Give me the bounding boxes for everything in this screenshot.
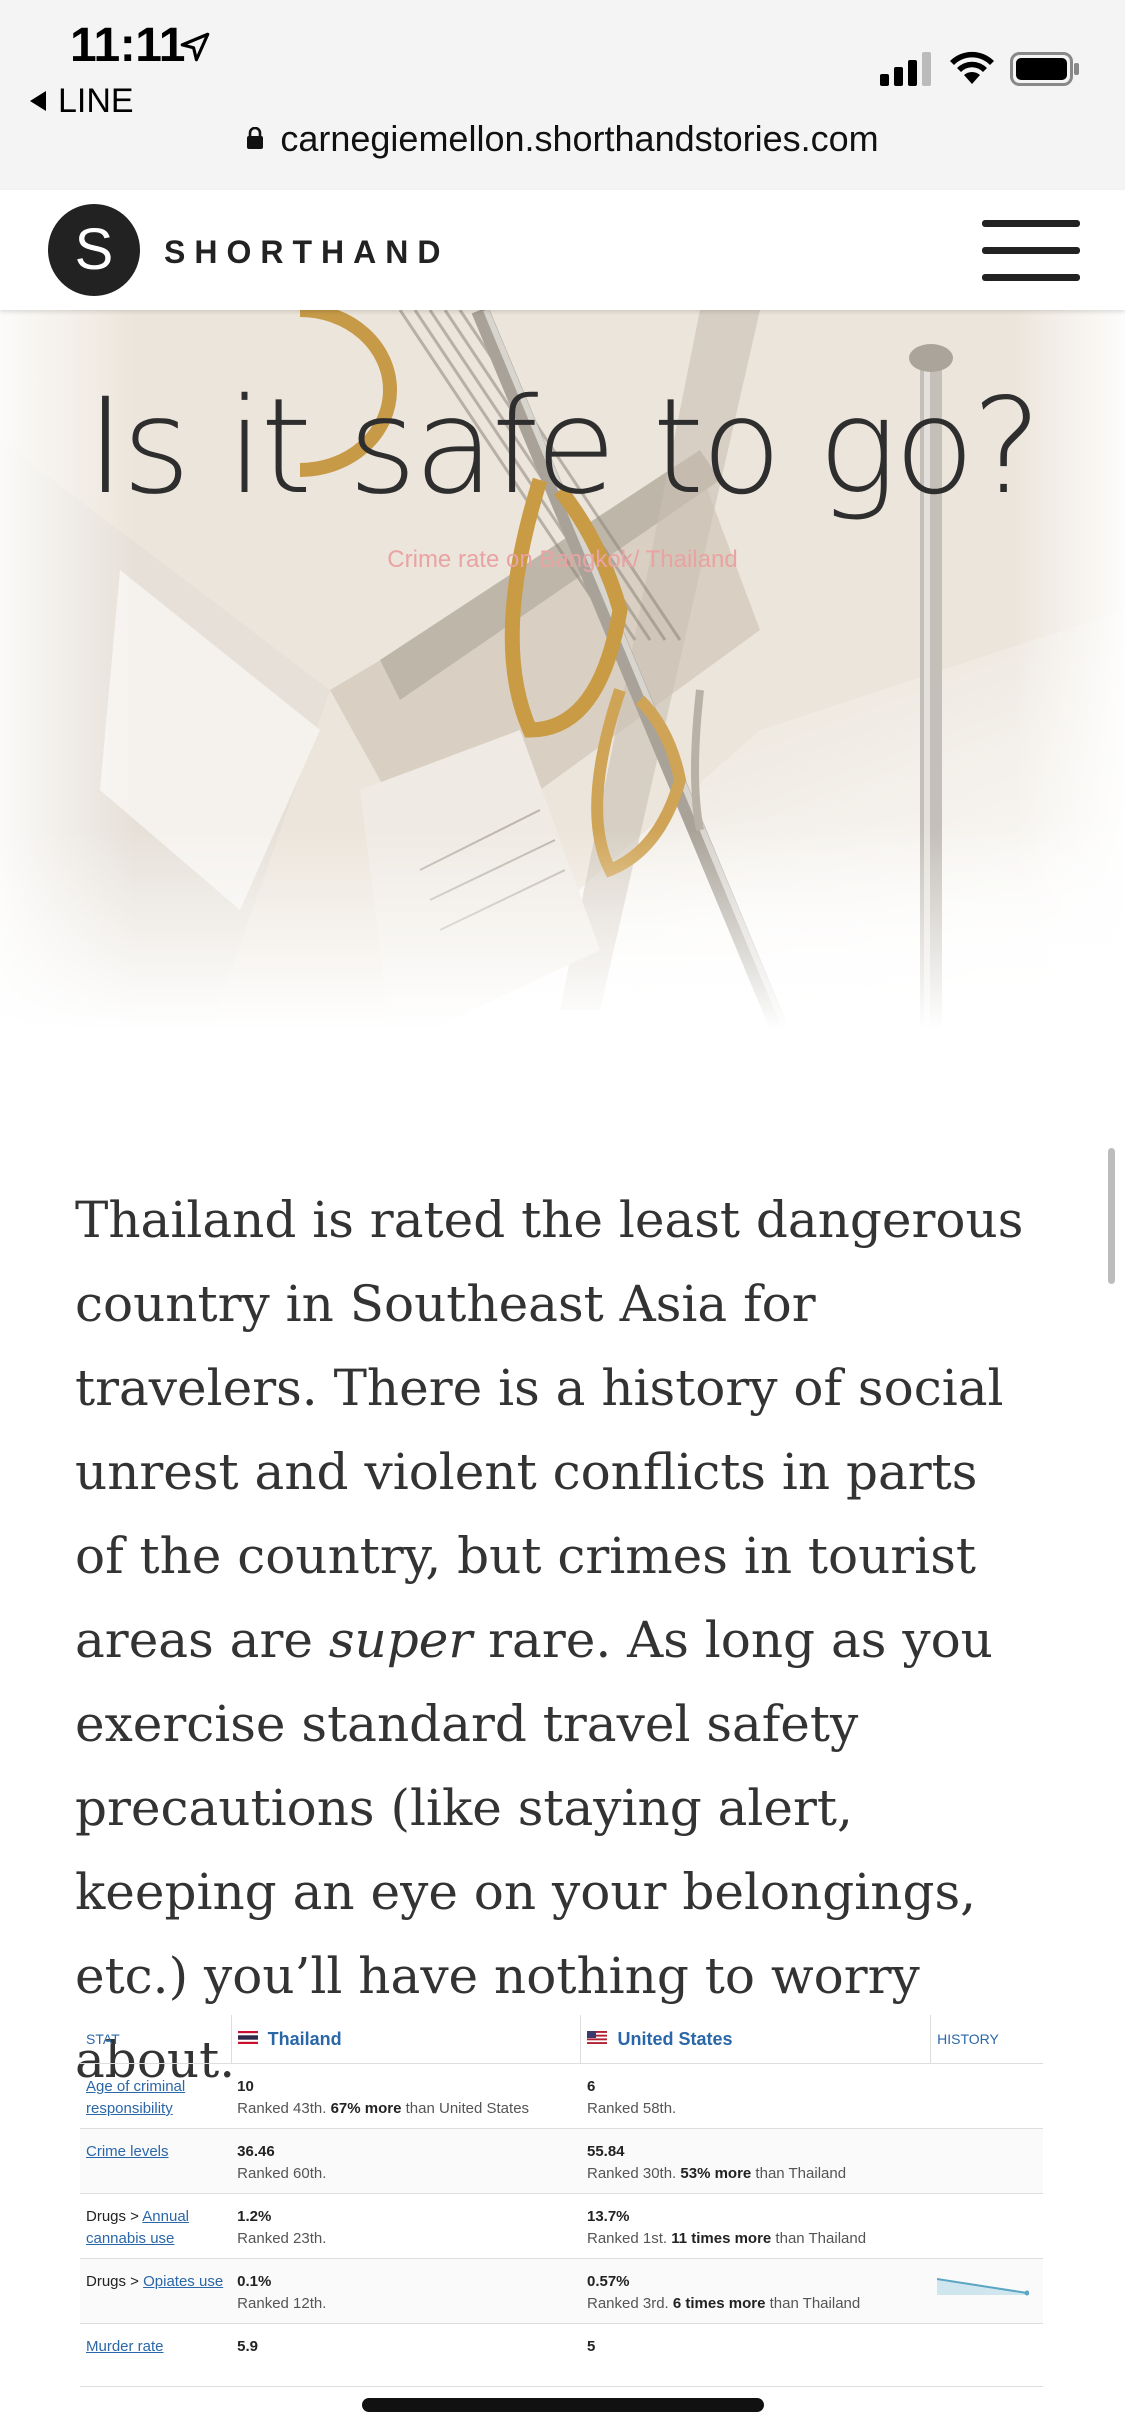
- thailand-value-cell: 10 Ranked 43th. 67% more than United Stat…: [231, 2063, 581, 2129]
- stat-value: 5: [586, 2338, 596, 2355]
- site-header: S SHORTHAND: [0, 190, 1125, 310]
- stat-link[interactable]: Murder rate: [86, 2338, 164, 2355]
- stat-value: 0.1%: [237, 2273, 272, 2290]
- stat-value: 6: [586, 2078, 596, 2095]
- stat-cell: Drugs > Opiates use: [80, 2258, 232, 2324]
- menu-line: [982, 274, 1080, 281]
- table-row: Murder rate 5.9 5: [80, 2323, 1043, 2387]
- column-header-united-states[interactable]: United States: [580, 2015, 931, 2064]
- hero-title: Is it safe to go?: [86, 370, 1042, 524]
- back-triangle-icon: [30, 91, 46, 112]
- battery-icon: [1010, 52, 1079, 86]
- stat-value: 55.84: [586, 2143, 625, 2160]
- url-text: carnegiemellon.shorthandstories.com: [280, 118, 879, 159]
- rank-suffix: than Thailand: [751, 2165, 847, 2182]
- thailand-value-cell: 36.46 Ranked 60th.: [231, 2128, 581, 2194]
- stat-value: 13.7%: [586, 2208, 630, 2225]
- stat-cell: Drugs > Annual cannabis use: [80, 2193, 232, 2259]
- rank-text: Ranked 58th.: [586, 2100, 677, 2117]
- rank-text: Ranked 60th.: [237, 2165, 327, 2182]
- crime-stats-table: STAT Thailand United States HISTORY Age …: [80, 2015, 1043, 2387]
- table-header-row: STAT Thailand United States HISTORY: [80, 2015, 1043, 2064]
- rank-text: Ranked 43th.: [237, 2100, 331, 2117]
- column-header-history: HISTORY: [930, 2015, 1043, 2064]
- us-value-cell: 0.57% Ranked 3rd. 6 times more than Thail…: [580, 2258, 931, 2324]
- stat-link[interactable]: Age of criminal responsibility: [86, 2078, 185, 2117]
- rank-comparison: 53% more: [680, 2165, 752, 2182]
- location-arrow-icon: [180, 32, 210, 62]
- rank-suffix: than Thailand: [765, 2295, 861, 2312]
- stat-link[interactable]: Crime levels: [86, 2143, 169, 2160]
- browser-top-bar: 11:11 LINE carnegiemellon.shorthandstori…: [0, 0, 1125, 191]
- menu-line: [982, 220, 1080, 227]
- rank-comparison: 11 times more: [671, 2230, 772, 2247]
- us-value-cell: 6 Ranked 58th.: [580, 2063, 931, 2129]
- rank-text: Ranked 1st.: [586, 2230, 672, 2247]
- back-to-app-button[interactable]: LINE: [30, 82, 134, 121]
- history-cell: [930, 2193, 1043, 2259]
- history-cell: [930, 2063, 1043, 2129]
- back-app-label: LINE: [58, 82, 134, 120]
- logo-letter: S: [74, 217, 114, 282]
- country-name: United States: [617, 2028, 733, 2049]
- table-row: Crime levels 36.46 Ranked 60th. 55.84 Rank…: [80, 2128, 1043, 2194]
- thailand-value-cell: 0.1% Ranked 12th.: [231, 2258, 581, 2324]
- wifi-icon: [950, 51, 994, 84]
- menu-line: [982, 247, 1080, 254]
- article-text-part1: Thailand is rated the least dangerous co…: [75, 1191, 1024, 1669]
- stat-value: 36.46: [237, 2143, 275, 2160]
- shorthand-logo[interactable]: S: [48, 204, 140, 296]
- stat-cell: Crime levels: [80, 2128, 232, 2194]
- menu-button[interactable]: [982, 220, 1080, 282]
- history-cell: [930, 2128, 1043, 2194]
- column-header-thailand[interactable]: Thailand: [230, 2015, 581, 2064]
- stat-value: 0.57%: [586, 2273, 630, 2290]
- history-cell: [930, 2323, 1043, 2387]
- us-value-cell: 55.84 Ranked 30th. 53% more than Thailand: [580, 2128, 931, 2194]
- rank-suffix: than Thailand: [771, 2230, 867, 2247]
- lock-icon: [247, 127, 264, 150]
- rank-comparison: 6 times more: [672, 2295, 766, 2312]
- rank-suffix: than United States: [401, 2100, 530, 2117]
- us-value-cell: 5: [580, 2323, 931, 2387]
- article-paragraph: Thailand is rated the least dangerous co…: [75, 1178, 1035, 2102]
- stat-category: Drugs >: [86, 2273, 144, 2290]
- cellular-signal-icon: [880, 52, 931, 86]
- rank-text: Ranked 23th.: [237, 2230, 327, 2247]
- table-row: Age of criminal responsibility 10 Ranked …: [80, 2063, 1043, 2129]
- stat-value: 5.9: [237, 2338, 259, 2355]
- country-name: Thailand: [267, 2028, 342, 2049]
- hero-section: Is it safe to go? Crime rate on Bangkok/…: [0, 310, 1125, 1030]
- stat-link[interactable]: Opiates use: [143, 2273, 223, 2290]
- rank-text: Ranked 12th.: [237, 2295, 327, 2312]
- table-row: Drugs > Opiates use 0.1% Ranked 12th. 0.5…: [80, 2258, 1043, 2324]
- logo-wordmark[interactable]: SHORTHAND: [164, 234, 449, 271]
- scrollbar[interactable]: [1108, 1148, 1115, 1284]
- rank-text: Ranked 3rd.: [586, 2295, 673, 2312]
- hero-subtitle: Crime rate on Bangkok/ Thailand: [387, 546, 738, 573]
- thailand-flag-icon: [237, 2031, 258, 2045]
- column-header-stat: STAT: [80, 2015, 232, 2064]
- rank-text: Ranked 30th.: [586, 2165, 681, 2182]
- stat-category: Drugs >: [86, 2208, 143, 2225]
- stat-cell: Murder rate: [80, 2323, 232, 2387]
- us-value-cell: 13.7% Ranked 1st. 11 times more than Thai…: [580, 2193, 931, 2259]
- table-row: Drugs > Annual cannabis use 1.2% Ranked 2…: [80, 2193, 1043, 2259]
- stat-cell: Age of criminal responsibility: [80, 2063, 232, 2129]
- stat-value: 1.2%: [237, 2208, 272, 2225]
- us-flag-icon: [587, 2031, 608, 2045]
- article-emphasis: super: [328, 1611, 473, 1669]
- history-sparkline: [936, 2278, 1030, 2296]
- address-bar[interactable]: carnegiemellon.shorthandstories.com: [0, 118, 1125, 160]
- status-time: 11:11: [70, 19, 185, 72]
- thailand-value-cell: 1.2% Ranked 23th.: [231, 2193, 581, 2259]
- history-cell: [930, 2258, 1043, 2324]
- rank-comparison: 67% more: [330, 2100, 402, 2117]
- thailand-value-cell: 5.9: [231, 2323, 581, 2387]
- home-indicator[interactable]: [362, 2398, 764, 2412]
- stat-value: 10: [237, 2078, 254, 2095]
